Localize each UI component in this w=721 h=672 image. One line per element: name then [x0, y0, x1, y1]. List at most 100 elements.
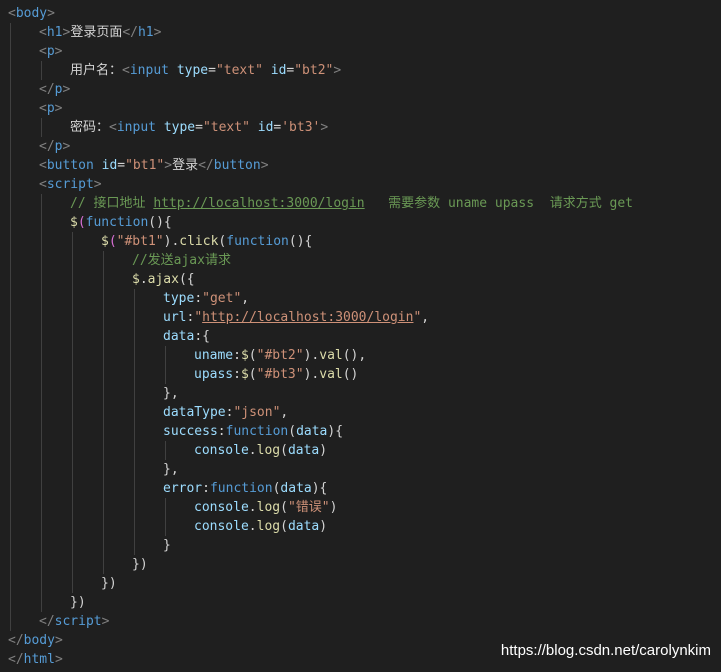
code-line: uname:$("#bt2").val(),	[194, 346, 366, 365]
indent-guide	[41, 61, 42, 80]
code-token: 登录页面	[70, 25, 123, 40]
code-token: ajax	[147, 272, 179, 287]
code-token: (	[280, 443, 288, 458]
code-token: data	[163, 329, 195, 344]
code-token: .	[248, 519, 257, 534]
code-token: h1	[137, 25, 154, 40]
code-token: >	[153, 25, 162, 40]
code-token: })	[132, 557, 148, 572]
code-token: :{	[194, 329, 210, 344]
code-token: function	[226, 234, 289, 249]
code-line: $(function(){	[70, 213, 172, 232]
code-token: data	[296, 424, 328, 439]
code-token: ){	[327, 424, 344, 439]
code-token: log	[256, 443, 281, 458]
code-token: <	[109, 120, 117, 135]
code-token: :	[233, 367, 241, 382]
code-token: id	[270, 63, 287, 78]
code-token: ()	[342, 367, 359, 382]
code-line: //发送ajax请求	[132, 251, 231, 270]
code-token: )	[329, 500, 338, 515]
code-token: $	[240, 367, 249, 382]
code-token: </	[8, 652, 24, 667]
code-token: </	[8, 633, 24, 648]
indent-guide	[41, 118, 42, 137]
code-token: )	[319, 519, 328, 534]
indent-guide	[72, 232, 73, 593]
code-line: success:function(data){	[163, 422, 343, 441]
code-token: })	[101, 576, 117, 591]
code-token: (	[280, 519, 288, 534]
code-token: uname	[194, 348, 234, 363]
code-line: type:"get",	[163, 289, 249, 308]
code-editor[interactable]: <body> <h1>登录页面</h1> <p> 用户名：<input type="t…	[0, 0, 721, 672]
code-token: data	[287, 519, 320, 534]
code-token: ,	[241, 291, 250, 306]
code-line: 密码：<input type="text" id='bt3'>	[70, 118, 328, 137]
code-token: url	[163, 310, 187, 325]
code-token: <	[8, 6, 16, 21]
code-line: <body>	[8, 4, 55, 23]
code-token: :	[194, 291, 203, 306]
code-token: "错误"	[287, 500, 330, 515]
code-token: >	[62, 139, 71, 154]
code-line: })	[101, 574, 117, 593]
code-token: ({	[178, 272, 195, 287]
code-token: >	[54, 652, 63, 667]
code-token: $	[240, 348, 249, 363]
code-token: <	[39, 101, 47, 116]
code-token: $	[101, 234, 109, 249]
code-token: .	[139, 272, 148, 287]
code-token: >	[260, 158, 269, 173]
code-token: (	[248, 367, 257, 382]
code-token: (){	[288, 234, 313, 249]
code-token: >	[93, 177, 102, 192]
code-token: "#bt3"	[256, 367, 304, 382]
code-token: type	[163, 291, 195, 306]
indent-guide	[165, 498, 166, 536]
code-token: log	[256, 500, 281, 515]
code-token: "bt2"	[294, 63, 334, 78]
code-token: p	[46, 44, 55, 59]
watermark-text: https://blog.csdn.net/carolynkim	[500, 642, 711, 659]
code-token: id	[101, 158, 118, 173]
code-token: // 接口地址	[70, 196, 154, 211]
code-token: script	[46, 177, 94, 192]
code-line: error:function(data){	[163, 479, 327, 498]
code-line: console.log(data)	[194, 517, 327, 536]
code-token: p	[46, 101, 55, 116]
code-token: (){	[148, 215, 172, 230]
code-token: <	[39, 25, 47, 40]
indent-guide	[165, 441, 166, 460]
code-token: </	[39, 82, 55, 97]
code-token: ).	[303, 367, 320, 382]
code-token: ,	[280, 405, 289, 420]
code-token: )	[319, 443, 328, 458]
code-token: h1	[46, 25, 63, 40]
code-token: console	[194, 519, 249, 534]
code-token: "json"	[233, 405, 281, 420]
code-token: (	[248, 348, 257, 363]
code-token: input	[129, 63, 169, 78]
code-line: data:{	[163, 327, 210, 346]
code-token: console	[194, 500, 249, 515]
code-token: "#bt2"	[256, 348, 304, 363]
code-token: val	[319, 348, 343, 363]
code-token: >	[164, 158, 173, 173]
code-token: "get"	[202, 291, 242, 306]
code-token: function	[85, 215, 149, 230]
code-token: "#bt1"	[116, 234, 164, 249]
code-token: <	[39, 158, 47, 173]
indent-guide	[41, 194, 42, 612]
code-token: 需要参数 uname upass 请求方式 get	[364, 196, 634, 211]
code-token: input	[116, 120, 156, 135]
code-token: console	[194, 443, 249, 458]
code-line: <p>	[39, 42, 62, 61]
code-token: >	[320, 120, 329, 135]
code-token: .	[248, 443, 257, 458]
code-line: </body>	[8, 631, 63, 650]
code-token: button	[213, 158, 261, 173]
